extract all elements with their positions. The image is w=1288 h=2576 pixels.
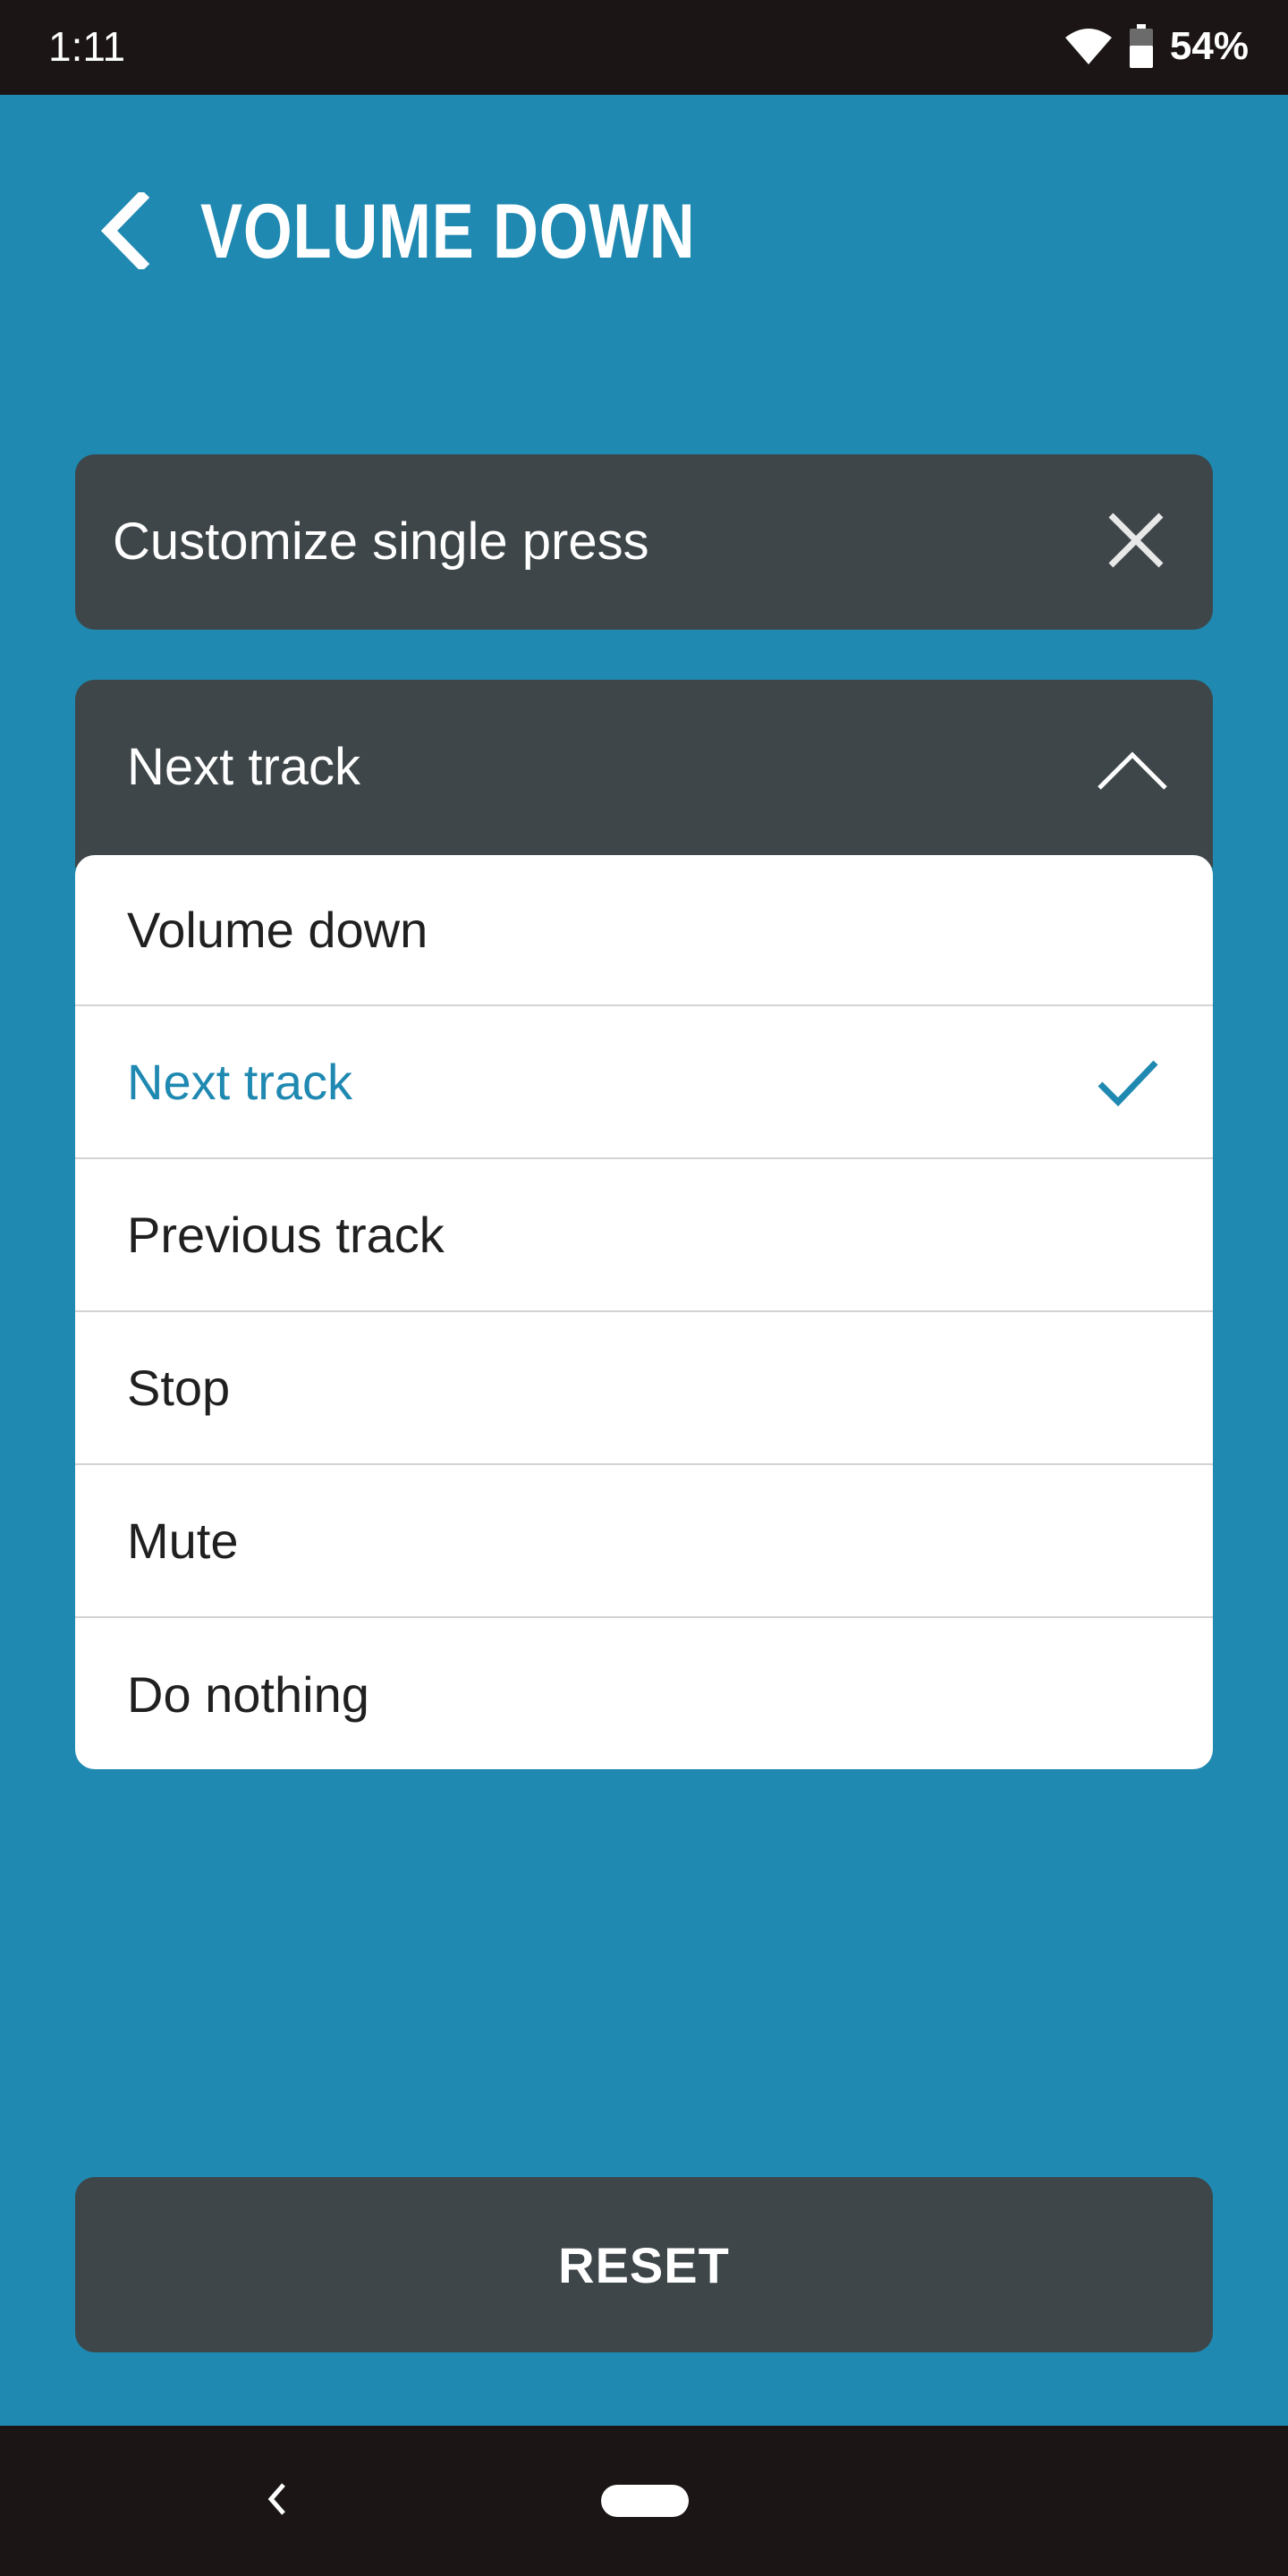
option-label: Mute (127, 1513, 239, 1569)
option-label: Next track (127, 1054, 353, 1110)
chevron-up-icon[interactable] (1088, 730, 1177, 810)
nav-back-icon (266, 2481, 289, 2521)
option-label: Volume down (127, 902, 428, 958)
option-do-nothing[interactable]: Do nothing (75, 1618, 1213, 1769)
status-bar: 1:11 54% (0, 0, 1288, 95)
reset-button[interactable]: RESET (75, 2177, 1213, 2352)
option-label: Previous track (127, 1207, 445, 1263)
header: VOLUME DOWN (0, 95, 1288, 363)
customize-single-press-card[interactable]: Customize single press (75, 454, 1213, 630)
option-next-track[interactable]: Next track (75, 1006, 1213, 1159)
close-icon (1107, 512, 1165, 573)
wifi-icon (1064, 27, 1113, 66)
navigation-bar (0, 2426, 1288, 2576)
option-mute[interactable]: Mute (75, 1465, 1213, 1618)
battery-icon (1129, 24, 1154, 69)
customize-label: Customize single press (113, 513, 649, 571)
action-dropdown[interactable]: Next track (75, 680, 1213, 868)
page-title: VOLUME DOWN (200, 189, 696, 275)
dropdown-options-list: Volume down Next track Previous track St… (75, 855, 1213, 1769)
chevron-left-icon (98, 189, 152, 274)
check-icon (1097, 1057, 1159, 1107)
dropdown-selected-value: Next track (127, 738, 361, 796)
battery-percentage: 54% (1169, 24, 1249, 68)
close-button[interactable] (1095, 501, 1177, 583)
option-volume-down[interactable]: Volume down (75, 855, 1213, 1006)
option-label: Do nothing (127, 1666, 369, 1723)
screen: 1:11 54% VOLUME DOWN Customize single pr… (0, 0, 1288, 2576)
nav-back-button[interactable] (259, 2474, 295, 2528)
back-button[interactable] (89, 181, 161, 284)
option-label: Stop (127, 1360, 231, 1416)
option-stop[interactable]: Stop (75, 1312, 1213, 1465)
nav-home-pill[interactable] (601, 2485, 689, 2517)
option-previous-track[interactable]: Previous track (75, 1159, 1213, 1312)
status-time: 1:11 (48, 23, 126, 70)
status-icons: 54% (1064, 20, 1249, 73)
